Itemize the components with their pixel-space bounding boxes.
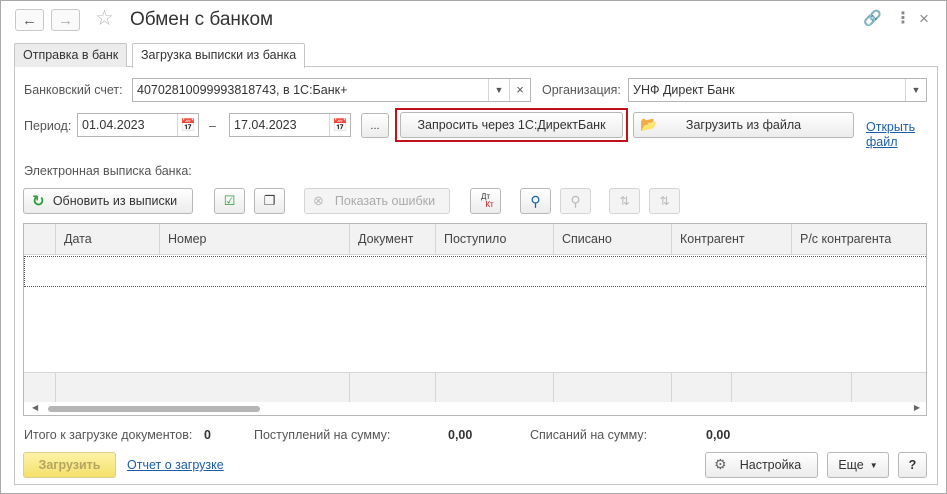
total-docs-value: 0: [204, 428, 211, 442]
load-from-file-button[interactable]: 📂 Загрузить из файла: [633, 112, 854, 138]
period-to-value: 17.04.2023: [234, 118, 297, 132]
table-row-empty-selected[interactable]: [24, 256, 926, 287]
forward-arrow-icon: →: [58, 11, 73, 29]
scroll-left-icon[interactable]: ◀: [32, 403, 38, 412]
load-button[interactable]: Загрузить: [23, 452, 116, 478]
column-counterparty[interactable]: Контрагент: [671, 224, 791, 255]
uncheck-all-button[interactable]: ❐: [254, 188, 285, 214]
clear-icon: ×: [516, 82, 524, 97]
bank-account-dropdown-button[interactable]: ▼: [488, 79, 509, 101]
statement-table[interactable]: Дата Номер Документ Поступило Списано Ко…: [23, 223, 927, 416]
statement-section-label: Электронная выписка банка:: [24, 164, 192, 178]
show-errors-button[interactable]: ⊗ Показать ошибки: [304, 188, 450, 214]
bank-account-field[interactable]: 40702810099993818743, в 1С:Банк+ ▼ ×: [132, 78, 531, 102]
window-title: Обмен с банком: [130, 9, 274, 30]
bank-account-value: 40702810099993818743, в 1С:Банк+: [137, 83, 348, 97]
exchange-with-bank-window: ← → ☆ Обмен с банком 🔗 ⋮ × Отправка в ба…: [0, 0, 947, 494]
column-counterparty-account[interactable]: Р/с контрагента: [791, 224, 926, 255]
column-received[interactable]: Поступило: [435, 224, 553, 255]
chevron-down-icon: ▼: [911, 85, 921, 95]
folder-upload-icon: 📂: [640, 116, 658, 132]
calendar-icon: 📅: [332, 118, 348, 132]
more-label: Еще: [838, 458, 864, 472]
horizontal-scrollbar[interactable]: ◀ ▶: [24, 402, 926, 415]
column-date[interactable]: Дата: [55, 224, 159, 255]
expense-sum-value: 0,00: [706, 428, 731, 442]
refresh-label: Обновить из выписки: [52, 194, 178, 208]
chevron-down-icon: ▼: [494, 85, 504, 95]
tab-load-statement[interactable]: Загрузка выписки из банка: [132, 43, 306, 68]
table-footer: [24, 372, 926, 403]
request-button-highlight: [395, 108, 628, 142]
cancel-search-icon: ⚲: [570, 192, 581, 209]
footer-cell: [349, 373, 350, 403]
footer-cell: [435, 373, 436, 403]
period-from-field[interactable]: 01.04.2023 📅: [77, 113, 199, 137]
dt-kt-icon-bottom: Кт: [485, 200, 494, 209]
scrollbar-thumb[interactable]: [48, 406, 260, 412]
organization-label: Организация:: [542, 83, 621, 97]
bank-account-label: Банковский счет:: [24, 83, 123, 97]
more-button[interactable]: Еще ▼: [827, 452, 889, 478]
tab-send-to-bank[interactable]: Отправка в банк: [14, 43, 128, 67]
footer-cell: [851, 373, 852, 403]
uncheck-all-icon: ❐: [263, 193, 276, 208]
bank-account-clear-button[interactable]: ×: [509, 79, 530, 101]
scroll-right-icon[interactable]: ▶: [914, 403, 920, 412]
period-to-calendar-button[interactable]: 📅: [329, 114, 350, 136]
income-sum-label: Поступлений на сумму:: [254, 428, 391, 442]
show-errors-label: Показать ошибки: [334, 194, 436, 208]
column-number[interactable]: Номер: [159, 224, 349, 255]
organization-field[interactable]: УНФ Директ Банк ▼: [628, 78, 927, 102]
calendar-icon: 📅: [180, 118, 196, 132]
gear-icon: ⚙: [714, 456, 727, 472]
period-to-field[interactable]: 17.04.2023 📅: [229, 113, 351, 137]
period-from-calendar-button[interactable]: 📅: [177, 114, 198, 136]
settings-label: Настройка: [739, 458, 802, 472]
sort-descending-button[interactable]: ⇅: [649, 188, 680, 214]
period-from-value: 01.04.2023: [82, 118, 145, 132]
expense-sum-label: Списаний на сумму:: [530, 428, 648, 442]
search-icon: ⚲: [530, 192, 541, 209]
open-file-link-line2[interactable]: файл: [866, 134, 898, 150]
search-button[interactable]: ⚲: [520, 188, 551, 214]
sort-descending-icon: ⇅: [659, 194, 670, 208]
refresh-icon: ↻: [32, 193, 45, 210]
open-file-link[interactable]: Открыть: [866, 119, 915, 135]
favorite-star-icon[interactable]: ☆: [95, 7, 114, 31]
help-button[interactable]: ?: [898, 452, 927, 478]
footer-cell: [731, 373, 732, 403]
settings-button[interactable]: ⚙ Настройка: [705, 452, 818, 478]
sort-ascending-icon: ⇅: [619, 194, 630, 208]
error-icon: ⊗: [313, 193, 324, 208]
check-all-button[interactable]: ☑: [214, 188, 245, 214]
load-report-link[interactable]: Отчет о загрузке: [127, 457, 224, 473]
link-icon[interactable]: 🔗: [863, 9, 882, 29]
column-written-off[interactable]: Списано: [553, 224, 671, 255]
more-vertical-icon[interactable]: ⋮: [895, 9, 911, 29]
total-docs-label: Итого к загрузке документов:: [24, 428, 193, 442]
check-all-icon: ☑: [223, 193, 236, 208]
sort-ascending-button[interactable]: ⇅: [609, 188, 640, 214]
column-document[interactable]: Документ: [349, 224, 435, 255]
period-dash: –: [209, 119, 216, 133]
back-button[interactable]: ←: [15, 9, 44, 31]
income-sum-value: 0,00: [448, 428, 473, 442]
dt-kt-button[interactable]: Дт Кт: [470, 188, 501, 214]
refresh-from-statement-button[interactable]: ↻ Обновить из выписки: [23, 188, 193, 214]
organization-value: УНФ Директ Банк: [633, 83, 735, 97]
organization-dropdown-button[interactable]: ▼: [905, 79, 926, 101]
table-header: Дата Номер Документ Поступило Списано Ко…: [24, 224, 926, 255]
back-arrow-icon: ←: [22, 11, 37, 29]
forward-button[interactable]: →: [51, 9, 80, 31]
period-label: Период:: [24, 119, 72, 133]
footer-cell: [553, 373, 554, 403]
footer-cell: [55, 373, 56, 403]
footer-cell: [671, 373, 672, 403]
load-from-file-label: Загрузить из файла: [685, 118, 802, 132]
close-icon[interactable]: ×: [919, 9, 929, 29]
cancel-search-button[interactable]: ⚲: [560, 188, 591, 214]
chevron-down-icon: ▼: [869, 460, 878, 470]
period-select-button[interactable]: ...: [361, 113, 389, 138]
